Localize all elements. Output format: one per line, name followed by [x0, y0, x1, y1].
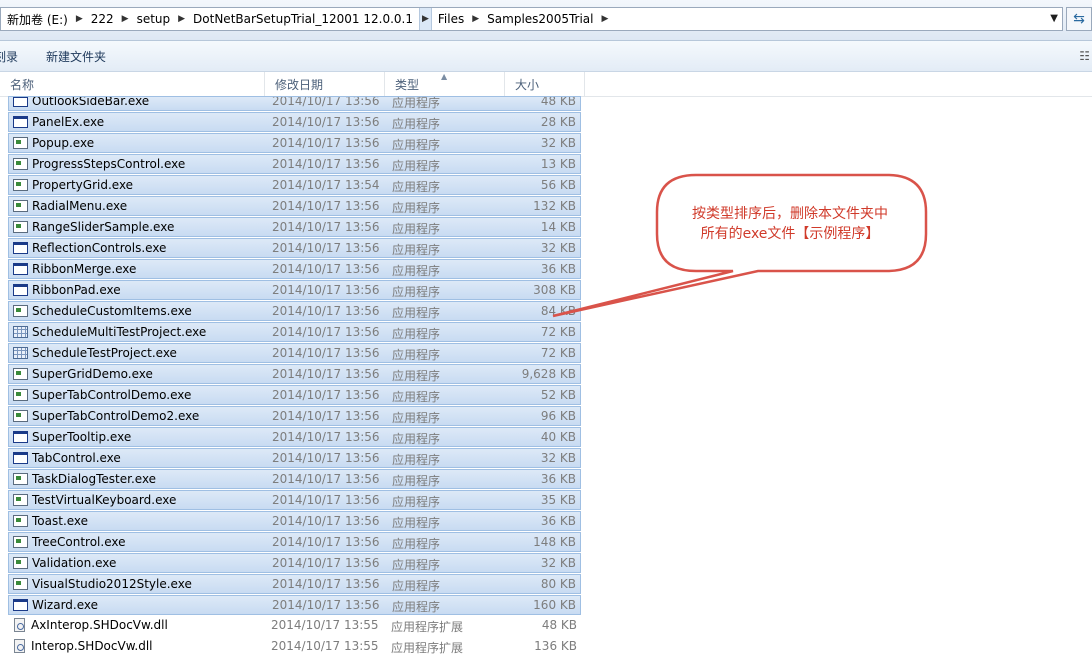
annotation-callout: [552, 173, 928, 318]
callout-line-1: 按类型排序后，删除本文件夹中: [692, 206, 888, 222]
callout-bubble: [552, 173, 928, 318]
callout-line-2: 所有的exe文件【示例程序】: [700, 226, 880, 242]
callout-text: 按类型排序后，删除本文件夹中 所有的exe文件【示例程序】: [665, 204, 915, 244]
